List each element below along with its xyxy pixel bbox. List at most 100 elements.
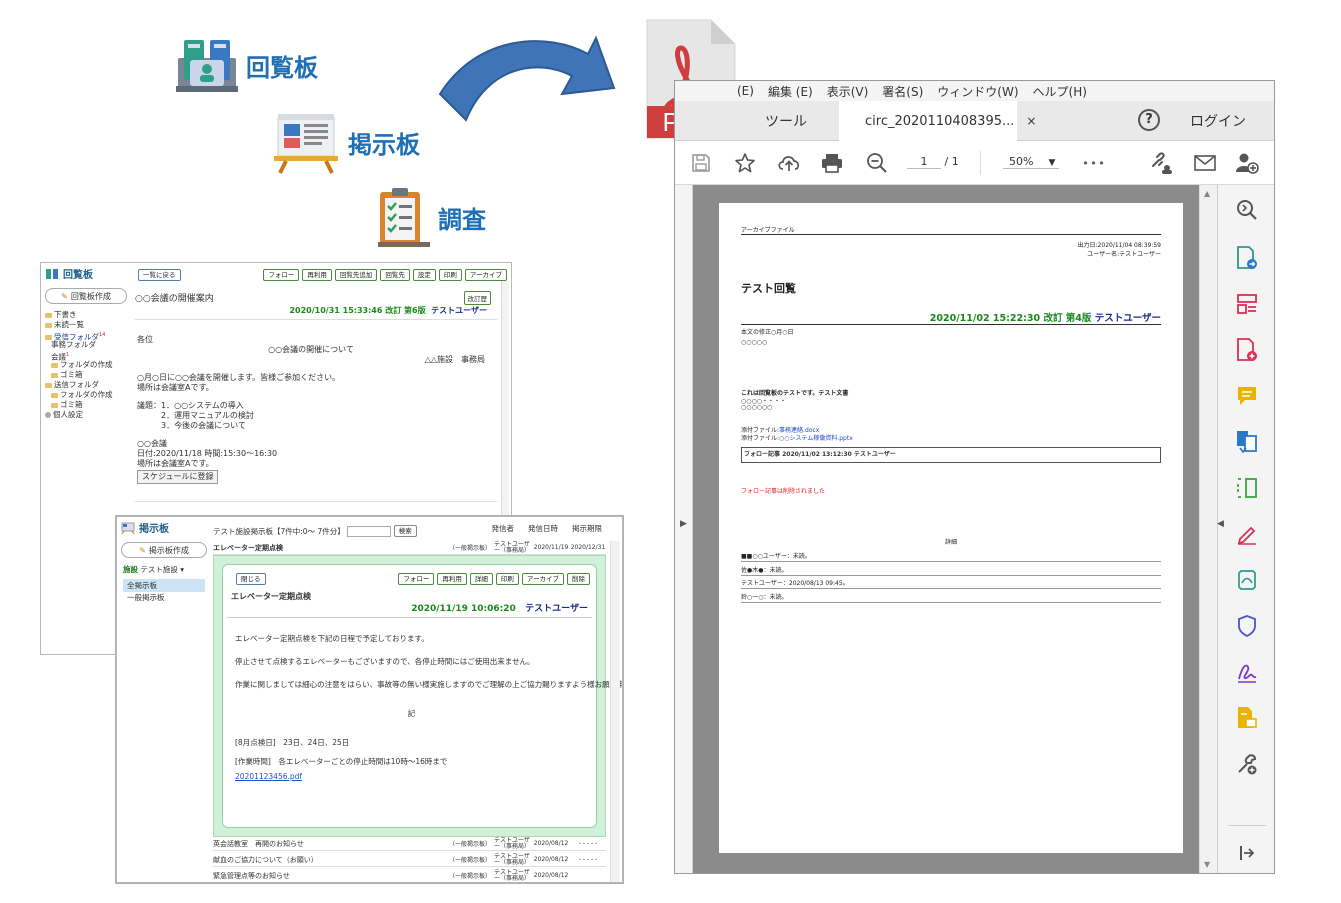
trash-icon (51, 402, 58, 408)
document-area: アーカイブファイル 出力日:2020/11/04 08:39:59 ユーザー名:… (693, 185, 1199, 873)
left-panel-strip: ▶ (675, 185, 693, 873)
archive-button[interactable]: アーカイブ (464, 269, 507, 281)
signature-icon[interactable] (1234, 659, 1260, 685)
scroll-down-icon[interactable]: ▼ (1204, 860, 1210, 869)
menu-item-file[interactable]: (E) (737, 84, 754, 98)
print-icon[interactable] (820, 151, 844, 175)
folder-icon (45, 382, 52, 388)
more-tools-icon[interactable]: • • • (1081, 151, 1105, 175)
delete-button[interactable]: 削除 (567, 573, 590, 585)
reuse-button[interactable]: 再利用 (302, 269, 332, 281)
settings-button[interactable]: 設定 (412, 269, 436, 281)
tree-item-outbox[interactable]: 送信フォルダ (41, 380, 131, 390)
tree-item-create-folder[interactable]: フォルダの作成 (41, 360, 131, 370)
print-button[interactable]: 印刷 (495, 573, 519, 585)
board-detail-panel: 閉じる フォロー 再利用 詳細 印刷 アーカイブ 削除 エレベーター定期点検 2… (213, 555, 622, 837)
tree-item-meeting[interactable]: 会議1 (41, 350, 131, 362)
email-icon[interactable] (1193, 151, 1217, 175)
revision-history-button[interactable]: 改訂歴 (463, 291, 491, 305)
follow-button[interactable]: フォロー (398, 573, 435, 585)
comment-icon[interactable] (1234, 383, 1260, 409)
export-pdf-icon[interactable] (1234, 245, 1260, 271)
expand-left-panel-icon[interactable]: ▶ (680, 519, 687, 529)
recipients-button[interactable]: 回覧先 (380, 269, 410, 281)
zoom-search-icon[interactable] (1234, 197, 1260, 223)
print-button[interactable]: 印刷 (438, 269, 462, 281)
tree-item-trash-2[interactable]: ゴミ箱 (41, 400, 131, 410)
table-row[interactable]: エレベーター定期点検 （一般掲示板） テストユーザー（事務局） 2020/11/… (213, 541, 606, 555)
protect-shield-icon[interactable] (1234, 613, 1260, 639)
tab-tools[interactable]: ツール (765, 111, 807, 131)
collapse-panel-icon[interactable] (1234, 840, 1260, 866)
fill-sign-icon[interactable] (1234, 521, 1260, 547)
add-user-icon[interactable] (1235, 151, 1259, 175)
save-icon[interactable] (689, 151, 713, 175)
combine-files-icon[interactable] (1234, 429, 1260, 455)
attachment-link[interactable]: 20201123456.pdf (235, 772, 302, 781)
close-detail-button[interactable]: 閉じる (236, 573, 266, 585)
tree-item-inbox[interactable]: 受信フォルダ14 (41, 330, 131, 342)
follow-button[interactable]: フォロー (263, 269, 300, 281)
feature-board: 掲示板 (272, 110, 420, 174)
collapse-right-panel-icon[interactable]: ◀ (1217, 519, 1224, 529)
reuse-button[interactable]: 再利用 (437, 573, 467, 585)
circular-toolbar: 一覧に戻る フォロー 再利用 回覧先追加 回覧先 設定 印刷 アーカイブ (135, 269, 507, 281)
tree-item-create-folder-2[interactable]: フォルダの作成 (41, 390, 131, 400)
help-icon[interactable]: ? (1138, 109, 1160, 131)
folder-icon (51, 362, 58, 368)
more-tools-wrench-icon[interactable] (1234, 751, 1260, 777)
tree-item-unread[interactable]: 未読一覧 (41, 320, 131, 330)
register-schedule-button[interactable]: スケジュールに登録 (137, 470, 219, 484)
menu-item-view[interactable]: 表示(V) (827, 83, 869, 100)
close-tab-icon[interactable]: × (1026, 114, 1036, 128)
pdf-tabbar: ツール circ_2020110408395... × ? ログイン (675, 101, 1274, 141)
upload-cloud-icon[interactable] (777, 151, 801, 175)
facility-selector[interactable]: 施設 テスト施設 ▾ (117, 564, 211, 576)
circular-title: ○○会議の開催案内 (135, 294, 214, 304)
folder-tree: 下書き 未読一覧 受信フォルダ14 事務フォルダ 会議1 フォルダの作成 ゴミ箱… (41, 310, 131, 420)
board-search-input[interactable] (346, 525, 391, 537)
zoom-out-icon[interactable] (865, 151, 889, 175)
menu-item-edit[interactable]: 編集 (E) (768, 83, 813, 100)
stamp-note-icon[interactable] (1234, 705, 1260, 731)
board-scrollbar[interactable] (610, 541, 620, 882)
tree-item-trash[interactable]: ゴミ箱 (41, 370, 131, 380)
archive-button[interactable]: アーカイブ (521, 573, 564, 585)
document-scrollbar[interactable]: ▲ ▼ (1199, 185, 1217, 873)
create-pdf-icon[interactable] (1234, 337, 1260, 363)
menu-all-boards[interactable]: 全掲示板 (123, 579, 205, 592)
back-to-list-button[interactable]: 一覧に戻る (138, 269, 181, 281)
menu-item-help[interactable]: ヘルプ(H) (1033, 83, 1087, 100)
bookmark-star-icon[interactable] (733, 151, 757, 175)
menu-item-window[interactable]: ウィンドウ(W) (937, 83, 1018, 100)
share-link-icon[interactable] (1149, 151, 1173, 175)
pdf-page: アーカイブファイル 出力日:2020/11/04 08:39:59 ユーザー名:… (719, 203, 1183, 853)
attachment-link[interactable]: ○○システム稼働資料.pptx (779, 435, 853, 442)
folder-icon (45, 322, 52, 328)
add-recipient-button[interactable]: 回覧先追加 (334, 269, 378, 281)
send-for-review-icon[interactable] (1234, 567, 1260, 593)
table-row[interactable]: 英会話教室 再開のお知らせ （一般掲示板） テストユーザー（事務局） 2020/… (213, 837, 606, 851)
meeting-badge: 1 (66, 352, 70, 358)
survey-clipboard-icon (378, 188, 430, 247)
page-number-input[interactable]: 1 (907, 155, 941, 169)
create-board-button[interactable]: ✎ 掲示板作成 (121, 542, 207, 558)
tree-item-draft[interactable]: 下書き (41, 310, 131, 320)
menu-general-board[interactable]: 一般掲示板 (123, 592, 205, 604)
tree-item-personal[interactable]: 個人設定 (41, 410, 131, 420)
board-search-button[interactable]: 検索 (393, 525, 417, 537)
details-button[interactable]: 詳細 (469, 573, 493, 585)
table-row[interactable]: 献血のご協力について（お願い） （一般掲示板） テストユーザー（事務局） 202… (213, 853, 606, 867)
menu-item-sign[interactable]: 署名(S) (882, 83, 923, 100)
tree-item-office-folder[interactable]: 事務フォルダ (41, 340, 131, 350)
table-row[interactable]: 緊急管理点等のお知らせ （一般掲示板） テストユーザー（事務局） 2020/08… (213, 869, 606, 882)
scroll-up-icon[interactable]: ▲ (1204, 189, 1210, 198)
login-button[interactable]: ログイン (1190, 111, 1246, 131)
create-circular-button[interactable]: ✎ 回覧板作成 (45, 288, 127, 304)
organize-pages-icon[interactable] (1234, 291, 1260, 317)
board-app-icon (121, 522, 135, 534)
zoom-select[interactable]: 50% ▼ (1003, 155, 1059, 169)
divider (135, 319, 497, 320)
compare-icon[interactable] (1234, 475, 1260, 501)
tab-document[interactable]: circ_2020110408395... × (839, 101, 1036, 141)
